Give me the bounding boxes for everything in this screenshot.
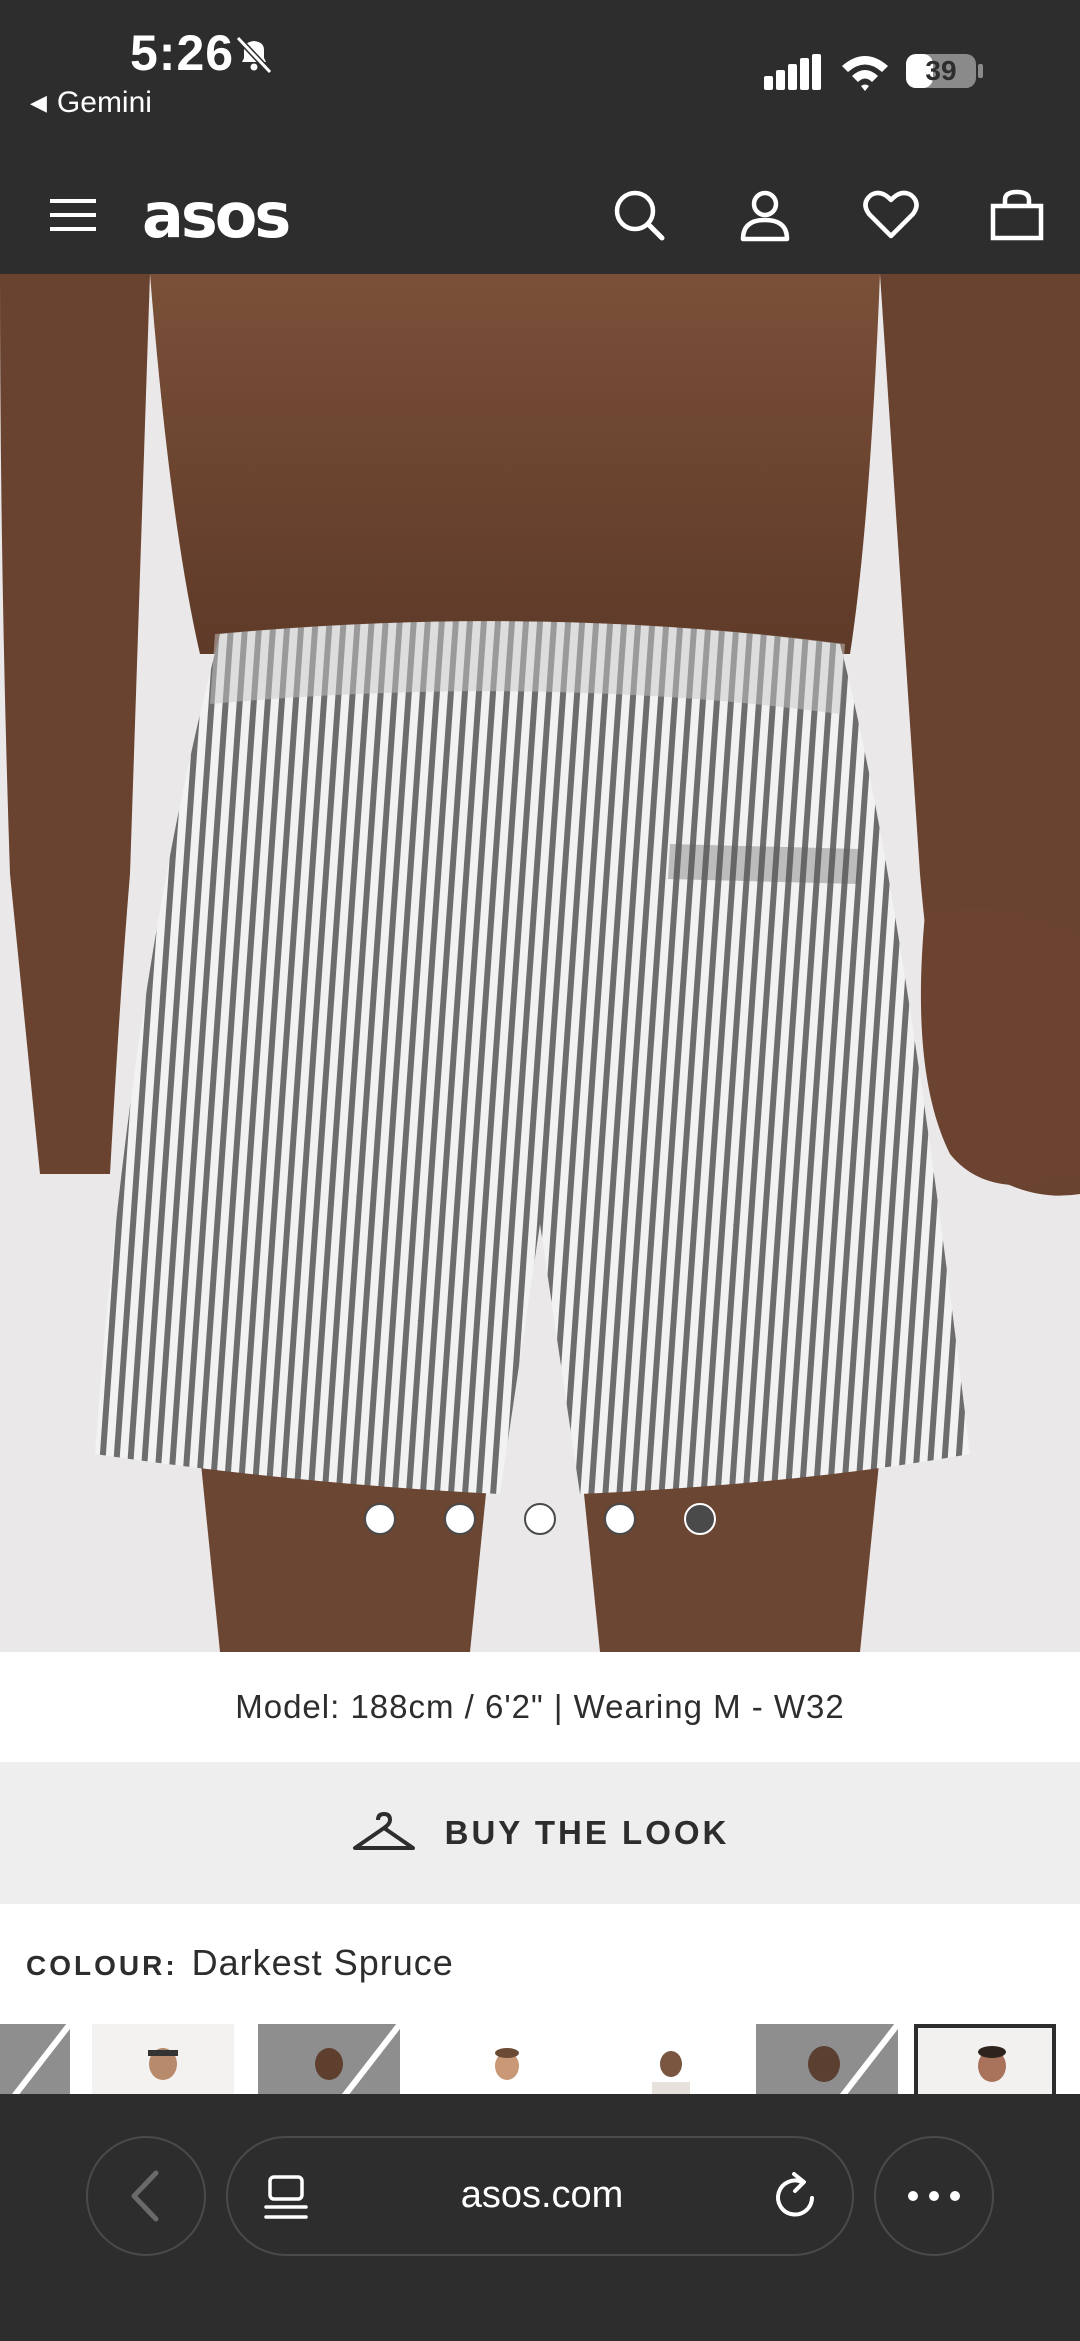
carousel-dots	[0, 1503, 1080, 1535]
search-icon	[614, 190, 665, 241]
swatch-unavailable[interactable]	[0, 2024, 70, 2094]
carousel-dot[interactable]	[364, 1503, 396, 1535]
buy-the-look-button[interactable]: BUY THE LOOK	[0, 1762, 1080, 1904]
swatch-unavailable[interactable]	[756, 2024, 898, 2094]
browser-toolbar: asos.com	[0, 2094, 1080, 2341]
heart-icon	[863, 190, 919, 239]
address-bar[interactable]: asos.com	[226, 2136, 854, 2256]
status-bar: 5:26 ◀ Gemini 39	[0, 0, 1080, 160]
swatch-thumbnail	[978, 2046, 1006, 2082]
wifi-icon	[842, 56, 888, 91]
back-app-label: Gemini	[56, 86, 152, 119]
carousel-dot[interactable]	[524, 1503, 556, 1535]
menu-button[interactable]	[38, 180, 108, 250]
asos-logo[interactable]: asos	[142, 179, 291, 252]
browser-more-button[interactable]	[874, 2136, 994, 2256]
cellular-signal-icon	[764, 54, 821, 90]
carousel-dot[interactable]	[444, 1503, 476, 1535]
battery-indicator: 39	[906, 52, 986, 90]
more-dots-icon	[908, 2191, 960, 2201]
user-icon	[740, 190, 790, 242]
back-triangle-icon: ◀	[30, 90, 47, 115]
back-to-app-link[interactable]: ◀ Gemini	[30, 86, 152, 120]
reload-icon[interactable]	[768, 2170, 822, 2224]
browser-back-button[interactable]	[86, 2136, 206, 2256]
search-button[interactable]	[604, 180, 674, 250]
unavailable-slash-icon	[11, 2024, 70, 2094]
swatch-unavailable[interactable]	[258, 2024, 400, 2094]
product-photo	[0, 274, 1080, 1652]
saved-items-button[interactable]	[856, 180, 926, 250]
swatch[interactable]	[436, 2024, 578, 2094]
product-image-carousel[interactable]: 387	[0, 274, 1080, 1652]
model-info: Model: 188cm / 6'2" | Wearing M - W32	[0, 1652, 1080, 1762]
url-text: asos.com	[460, 2174, 624, 2216]
swatch[interactable]	[600, 2024, 742, 2094]
site-header: asos	[0, 160, 1080, 274]
colour-label: COLOUR:	[26, 1950, 178, 1981]
swatch-selected[interactable]	[914, 2024, 1056, 2094]
buy-the-look-label: BUY THE LOOK	[444, 1814, 730, 1851]
hamburger-icon	[50, 199, 96, 231]
colour-value: Darkest Spruce	[191, 1942, 454, 1983]
page: 5:26 ◀ Gemini 39 asos Model: 188cm / 6'2…	[0, 0, 1080, 2341]
swatch-thumbnail	[495, 2048, 519, 2080]
shopping-bag-icon	[990, 189, 1044, 241]
colour-row: COLOUR: Darkest Spruce	[26, 1942, 454, 1984]
swatch-thumbnail	[148, 2048, 178, 2080]
swatch-thumbnail	[652, 2051, 690, 2094]
hanger-icon	[352, 1812, 415, 1850]
carousel-dot[interactable]	[604, 1503, 636, 1535]
chevron-left-icon	[131, 2170, 159, 2222]
swatch-thumbnail-unavailable	[315, 2024, 400, 2094]
bell-muted-icon	[235, 35, 273, 74]
carousel-dot-active[interactable]	[684, 1503, 716, 1535]
bag-button[interactable]	[982, 180, 1052, 250]
clock: 5:26	[130, 25, 235, 81]
swatch[interactable]	[92, 2024, 234, 2094]
swatch-thumbnail-unavailable	[808, 2024, 898, 2094]
colour-swatches	[0, 2024, 1080, 2094]
account-button[interactable]	[730, 180, 800, 250]
battery-level: 39	[925, 55, 957, 86]
